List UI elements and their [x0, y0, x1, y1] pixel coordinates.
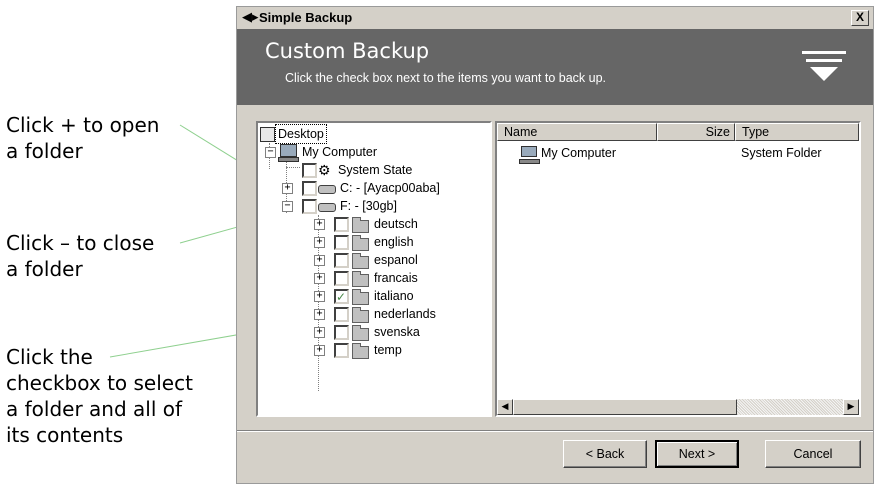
file-list[interactable]: Name Size Type My Computer System Folder… — [495, 121, 861, 417]
scroll-right-icon[interactable]: ▶ — [843, 399, 859, 415]
tree-label: italiano — [374, 289, 414, 303]
drive-icon — [318, 185, 336, 194]
expand-icon[interactable]: + — [314, 327, 325, 338]
folder-icon — [352, 289, 369, 305]
cancel-button[interactable]: Cancel — [765, 440, 861, 468]
checkbox[interactable] — [302, 181, 317, 196]
wizard-header: Custom Backup Click the check box next t… — [237, 29, 873, 105]
tree-label: System State — [338, 163, 413, 177]
tree-item-my-computer[interactable]: − My Computer — [260, 143, 480, 162]
callout-open-folder: Click + to open a folder — [6, 113, 160, 163]
callout-select-folder: Click the checkbox to select a folder and… — [6, 345, 193, 447]
column-header-name[interactable]: Name — [497, 123, 657, 141]
checkbox[interactable] — [334, 343, 349, 358]
list-item-type: System Folder — [741, 146, 822, 160]
checkbox[interactable] — [334, 307, 349, 322]
next-button[interactable]: Next > — [655, 440, 739, 468]
page-subtitle: Click the check box next to the items yo… — [285, 71, 606, 85]
checkbox[interactable] — [334, 235, 349, 250]
scroll-left-icon[interactable]: ◀ — [497, 399, 513, 415]
folder-icon — [352, 253, 369, 269]
tree-item-drive-f[interactable]: − F: - [30gb] — [260, 197, 480, 215]
backup-window: ◀▸ Simple Backup X Custom Backup Click t… — [236, 6, 874, 484]
tree-label: deutsch — [374, 217, 418, 231]
folder-icon — [352, 325, 369, 341]
scroll-thumb[interactable] — [513, 399, 737, 415]
computer-icon — [519, 146, 540, 164]
tree-item-folder[interactable]: + nederlands — [260, 305, 480, 323]
brand-logo-icon — [802, 51, 846, 81]
checkbox[interactable] — [334, 271, 349, 286]
tree-label: Desktop — [275, 124, 327, 144]
checkbox[interactable] — [302, 163, 317, 178]
app-icon: ◀▸ — [242, 10, 259, 25]
collapse-icon[interactable]: − — [282, 201, 293, 212]
tree-label: My Computer — [302, 145, 378, 159]
collapse-icon[interactable]: − — [265, 147, 276, 158]
divider — [237, 430, 873, 432]
computer-icon — [278, 144, 299, 162]
tree-label: C: - [Ayacp00aba] — [340, 181, 440, 195]
folder-tree[interactable]: Desktop − My Computer ⚙ System State + C… — [256, 121, 492, 417]
window-title: Simple Backup — [259, 10, 353, 25]
tree-item-folder[interactable]: + italiano — [260, 287, 480, 306]
horizontal-scrollbar[interactable]: ◀ ▶ — [497, 399, 859, 415]
folder-icon — [352, 307, 369, 323]
tree-label: temp — [374, 343, 402, 357]
title-bar: ◀▸ Simple Backup X — [237, 7, 873, 29]
folder-icon — [352, 343, 369, 359]
expand-icon[interactable]: + — [314, 273, 325, 284]
page-title: Custom Backup — [265, 39, 430, 63]
checkbox[interactable] — [334, 325, 349, 340]
checkbox[interactable] — [334, 288, 349, 306]
expand-icon[interactable]: + — [314, 345, 325, 356]
tree-item-folder[interactable]: + svenska — [260, 323, 480, 341]
tree-label: english — [374, 235, 414, 249]
expand-icon[interactable]: + — [314, 291, 325, 302]
expand-icon[interactable]: + — [314, 237, 325, 248]
tree-label: nederlands — [374, 307, 436, 321]
tree-item-folder[interactable]: + deutsch — [260, 215, 480, 233]
tree-item-folder[interactable]: + english — [260, 233, 480, 251]
tree-label: francais — [374, 271, 418, 285]
tree-item-folder[interactable]: + espanol — [260, 251, 480, 269]
drive-icon — [318, 203, 336, 212]
column-header-size[interactable]: Size — [657, 123, 735, 141]
tree-label: svenska — [374, 325, 420, 339]
folder-icon — [352, 217, 369, 233]
tree-item-drive-c[interactable]: + C: - [Ayacp00aba] — [260, 179, 488, 197]
callout-close-folder: Click – to close a folder — [6, 231, 155, 281]
tree-item-folder[interactable]: + temp — [260, 341, 480, 359]
column-header-type[interactable]: Type — [735, 123, 859, 141]
expand-icon[interactable]: + — [314, 255, 325, 266]
tree-item-system-state[interactable]: ⚙ System State — [260, 161, 480, 179]
list-item-name: My Computer — [541, 146, 617, 160]
expand-icon[interactable]: + — [282, 183, 293, 194]
close-button[interactable]: X — [851, 10, 869, 26]
tree-item-folder[interactable]: + francais — [260, 269, 480, 287]
tree-label: espanol — [374, 253, 418, 267]
folder-icon — [352, 235, 369, 251]
expand-icon[interactable]: + — [314, 219, 325, 230]
back-button[interactable]: < Back — [563, 440, 647, 468]
checkbox[interactable] — [334, 217, 349, 232]
folder-icon — [352, 271, 369, 287]
checkbox[interactable] — [302, 199, 317, 214]
checkbox[interactable] — [334, 253, 349, 268]
expand-icon[interactable]: + — [314, 309, 325, 320]
desktop-icon — [260, 127, 275, 142]
list-item[interactable]: My Computer System Folder — [519, 145, 851, 164]
tree-label: F: - [30gb] — [340, 199, 397, 213]
system-state-icon: ⚙ — [318, 162, 331, 178]
